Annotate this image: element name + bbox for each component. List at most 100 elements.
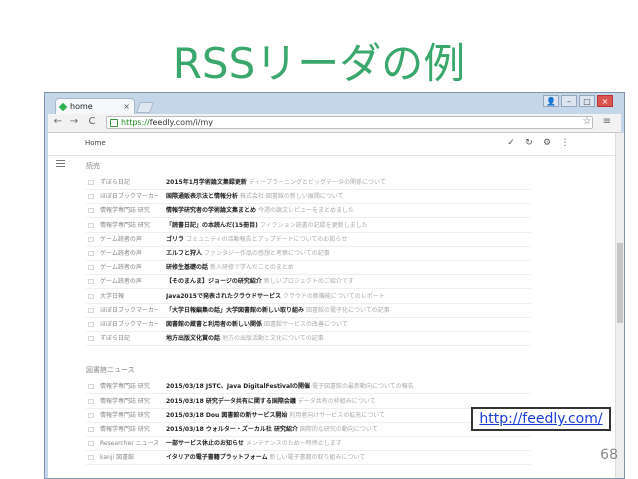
reload-icon[interactable]: C (86, 116, 98, 127)
bookmark-icon[interactable]: ☐ (88, 205, 94, 217)
feed-headline: 国際通販表示法と情報分析 (166, 193, 239, 201)
mark-read-icon[interactable]: ✓ (506, 138, 516, 148)
bookmark-icon[interactable]: ☐ (88, 333, 94, 345)
feed-title[interactable]: Java2015で発表されたクラウドサービス クラウドの新機能についてのレポート (166, 291, 516, 303)
feed-row[interactable]: ☐ 情報学専門誌 研究 2015/03/18 Dou 図書館の新サービス開始 利用者… (86, 410, 531, 423)
hamburger-menu-icon[interactable] (56, 160, 65, 169)
feed-headline: 地方出版文化賞の話 (166, 335, 221, 343)
bookmark-icon[interactable]: ☐ (88, 276, 94, 288)
feed-row[interactable]: ☐ 情報学専門誌 研究 2015/03/18 JSTC、Java DigitalFe… (86, 381, 531, 395)
tab-home[interactable]: home × (55, 98, 135, 115)
feed-title[interactable]: 研修生基礎の話 新人研修で学んだことのまとめ (166, 262, 516, 274)
feedly-icon (58, 102, 68, 112)
close-button[interactable]: × (597, 95, 613, 107)
feed-row[interactable]: ☐ ゲーム読者の声 【そのまんま】ジョージの研究紹介 新しいプロジェクトのご紹介です… (86, 276, 531, 290)
maximize-button[interactable]: □ (579, 95, 595, 107)
feed-snippet: 株式会社 図書館の新しい展開について (239, 193, 344, 201)
feed-source: Researcher ニュース (100, 440, 158, 448)
more-icon[interactable]: ⋮ (560, 138, 570, 148)
bookmark-icon[interactable]: ☐ (88, 177, 94, 189)
feed-source: 情報学専門誌 研究 (100, 426, 150, 433)
feed-row[interactable]: ☐ ほぼ日ブックマーカー 図書館の蔵書と利用者の新しい関係 図書館サービスの改善につ… (86, 319, 531, 332)
feed-snippet: 図書館の電子化についての記事 (305, 306, 390, 314)
feed-snippet: データ共有の枠組みについて (297, 397, 376, 405)
feed-row[interactable]: ☐ kanji 図書館 イタリアの電子書籍プラットフォーム 新しい電子書籍の取り組み… (86, 452, 531, 466)
bookmark-icon[interactable]: ☐ (88, 305, 94, 317)
bookmark-icon[interactable]: ☐ (88, 291, 94, 303)
tab-close-icon[interactable]: × (123, 99, 130, 115)
bookmark-icon[interactable]: ☐ (88, 220, 94, 232)
refresh-icon[interactable]: ↻ (524, 138, 534, 148)
feed-row[interactable]: ☐ ほぼ日ブックマーカー 「大学日報編集の話」大学図書館の新しい取り組み 図書館の電… (86, 305, 531, 318)
bookmark-icon[interactable]: ☐ (88, 396, 94, 408)
bookmark-icon[interactable]: ☐ (88, 424, 94, 436)
feed-row[interactable]: ☐ゲーム読者の声エルフと狩人 ファンタジー作品の感想と考察についての記事1h (86, 248, 531, 261)
feed-row[interactable]: ☐ Researcher ニュース 一部サービス休止のお知らせ メンテナンスのため一… (86, 438, 531, 452)
feed-row[interactable]: ☐ 大学日報 Java2015で発表されたクラウドサービス クラウドの新機能について… (86, 291, 531, 304)
scrollbar-thumb[interactable] (617, 243, 623, 323)
feed-row[interactable]: ☐ 情報学専門誌 研究 2015/03/18 ウォルター・ズーカル社 研究紹介 国際… (86, 424, 531, 437)
user-icon[interactable]: 👤 (543, 95, 559, 107)
scrollbar[interactable] (615, 133, 624, 478)
feed-row[interactable]: ☐ ずぼら日記 2015年1月学術論文集録更新 ディープラーニングとビッグデータの関… (86, 177, 531, 190)
bookmark-icon[interactable]: ☐ (88, 381, 94, 393)
feed-headline: 【そのまんま】ジョージの研究紹介 (166, 278, 262, 286)
feed-title[interactable]: 「大学日報編集の話」大学図書館の新しい取り組み 図書館の電子化についての記事 (166, 305, 516, 317)
address-bar[interactable]: https://feedly.com/i/my (106, 116, 593, 129)
bookmark-icon[interactable]: ☐ (88, 248, 94, 260)
feed-headline: イタリアの電子書籍プラットフォーム (166, 454, 268, 462)
bookmark-star-icon[interactable]: ☆ (581, 116, 593, 127)
bookmark-icon[interactable]: ☐ (88, 410, 94, 422)
feed-source: 情報学専門誌 研究 (100, 397, 150, 405)
feed-row[interactable]: ☐ 情報学専門誌 研究 情報学研究者の学術論文集まとめ 今週の論文レビューをまとめま… (86, 205, 531, 219)
feed-source: ほぼ日ブックマーカー (100, 306, 158, 314)
feed-snippet: ファンタジー作品の感想と考察についての記事 (203, 250, 330, 257)
browser-menu-icon[interactable]: ≡ (601, 116, 613, 127)
feed-title[interactable]: イタリアの電子書籍プラットフォーム 新しい電子書籍の取り組みについて (166, 452, 516, 464)
feed-row[interactable]: ☐ずぼら日記地方出版文化賞の話 地方の出版活動と文化についての記事1h (86, 333, 531, 347)
feed-row[interactable]: ☐ ほぼ日ブックマーカー 国際通販表示法と情報分析 株式会社 図書館の新しい展開につ… (86, 191, 531, 205)
feed-title[interactable]: 「読書日記」の本読んだ(15冊目) フィクション読書の記録を更新しました (166, 220, 516, 232)
feed-title[interactable]: 国際通販表示法と情報分析 株式会社 図書館の新しい展開について (166, 191, 516, 203)
feed-title[interactable]: 2015/03/18 JSTC、Java DigitalFestivalの開催 … (166, 381, 516, 393)
bookmark-icon[interactable]: ☐ (88, 319, 94, 331)
bookmark-icon[interactable]: ☐ (88, 452, 94, 464)
feed-title[interactable]: 図書館の蔵書と利用者の新しい関係 図書館サービスの改善について (166, 319, 516, 331)
feed-title[interactable]: 2015/03/18 Dou 図書館の新サービス開始 利用者向けサービスの拡充に… (166, 410, 516, 422)
bookmark-icon[interactable]: ☐ (88, 191, 94, 203)
feed-source: ずぼら日記 (100, 335, 131, 343)
feed-title[interactable]: 2015年1月学術論文集録更新 ディープラーニングとビッグデータの関係について (166, 177, 516, 189)
feed-headline: 情報学研究者の学術論文集まとめ (166, 207, 257, 215)
feed-row[interactable]: ☐ 情報学専門誌 研究 「読書日記」の本読んだ(15冊目) フィクション読書の記録を… (86, 220, 531, 233)
feed-headline: 2015/03/18 ウォルター・ズーカル社 研究紹介 (166, 426, 298, 433)
forward-icon[interactable]: → (68, 116, 80, 127)
settings-icon[interactable]: ⚙ (542, 138, 552, 148)
section-label: 図書館ニュース (86, 366, 135, 375)
feed-row[interactable]: ☐ゲーム読者の声ゴリラ コミュニティの活動報告とアップデートについてのお知らせ1… (86, 234, 531, 247)
feed-source: ゲーム読者の声 (100, 250, 142, 257)
feed-row[interactable]: ☐ 情報学専門誌 研究 2015/03/18 研究データ共有に関する国際会議 データ… (86, 396, 531, 409)
feed-title[interactable]: 2015/03/18 研究データ共有に関する国際会議 データ共有の枠組みについて (166, 396, 516, 408)
bookmark-icon[interactable]: ☐ (88, 234, 94, 246)
bookmark-icon[interactable]: ☐ (88, 262, 94, 274)
feed-source: 情報学専門誌 研究 (100, 411, 150, 419)
back-icon[interactable]: ← (52, 116, 64, 127)
feed-title[interactable]: 一部サービス休止のお知らせ メンテナンスのため一時停止します (166, 438, 516, 450)
feed-title[interactable]: 情報学研究者の学術論文集まとめ 今週の論文レビューをまとめました (166, 205, 516, 217)
feed-row[interactable]: ☐ゲーム読者の声研修生基礎の話 新人研修で学んだことのまとめ1h (86, 262, 531, 276)
slide-title: RSSリーダの例 (172, 39, 466, 88)
new-tab-button[interactable] (135, 102, 155, 113)
feed-headline: 2015/03/18 Dou 図書館の新サービス開始 (166, 411, 288, 419)
feed-snippet: ディープラーニングとビッグデータの関係について (248, 179, 386, 186)
lock-icon (110, 119, 118, 127)
minimize-button[interactable]: – (561, 95, 577, 107)
feed-snippet: 今週の論文レビューをまとめました (257, 207, 354, 215)
feed-source: ゲーム読者の声 (100, 278, 142, 286)
feed-title[interactable]: 【そのまんま】ジョージの研究紹介 新しいプロジェクトのご紹介です (166, 276, 516, 288)
feedly-url-link[interactable]: http://feedly.com/ (471, 407, 611, 431)
feed-title[interactable]: ゴリラ コミュニティの活動報告とアップデートについてのお知らせ (166, 234, 516, 246)
bookmark-icon[interactable]: ☐ (88, 438, 94, 450)
feed-title[interactable]: 2015/03/18 ウォルター・ズーカル社 研究紹介 国際的な研究の動向につい… (166, 424, 516, 436)
feed-title[interactable]: エルフと狩人 ファンタジー作品の感想と考察についての記事 (166, 248, 516, 260)
feed-title[interactable]: 地方出版文化賞の話 地方の出版活動と文化についての記事 (166, 333, 516, 345)
